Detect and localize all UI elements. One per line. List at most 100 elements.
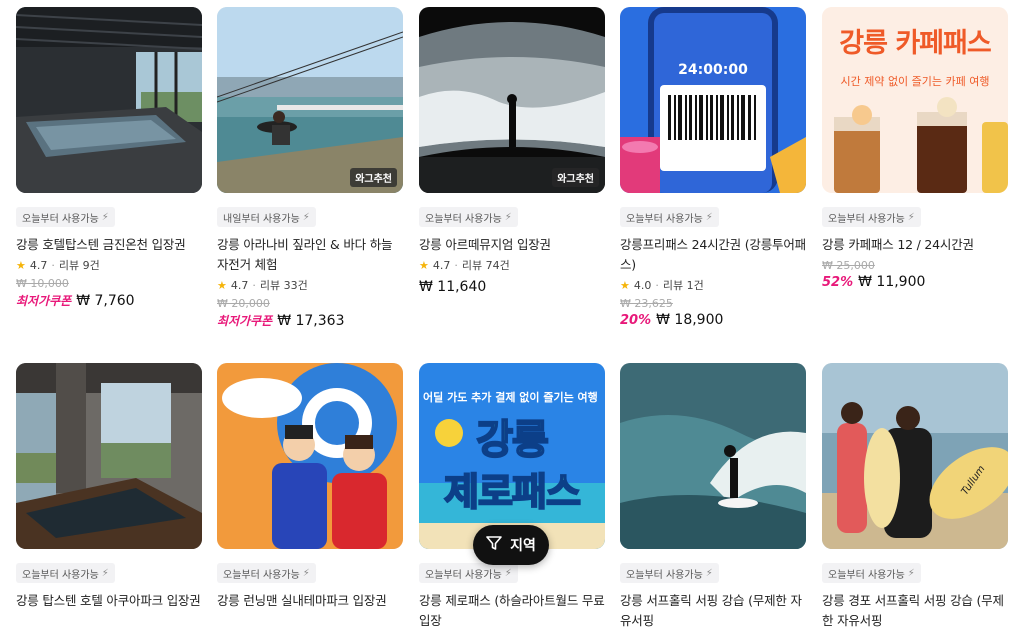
availability-badge: 오늘부터 사용가능 ⚡ <box>16 207 115 227</box>
original-price: ₩ 23,625 <box>620 297 673 310</box>
lightning-icon: ⚡ <box>907 211 915 223</box>
lightning-icon: ⚡ <box>504 211 512 223</box>
price-row: ₩ 11,640 <box>419 279 605 295</box>
product-card[interactable]: 어딜 가도 추가 결제 없이 즐기는 여행 강릉 제로패스 오늘부터 사용가능 ⚡… <box>419 363 605 631</box>
product-image[interactable]: 와그추천 <box>419 7 605 193</box>
product-card[interactable]: 강릉 카페패스 시간 제약 없이 즐기는 카페 여행 오늘부터 사용가능 ⚡ 강릉… <box>822 7 1008 290</box>
availability-label: 오늘부터 사용가능 <box>425 569 502 581</box>
rating-row: ★ 4.7 · 리뷰 74건 <box>419 257 605 273</box>
product-card[interactable]: 24:00:00 오늘부터 사용가능 ⚡ 강릉프리패스 24시간권 (강릉투어패스… <box>620 7 806 328</box>
filter-label: 지역 <box>510 538 536 554</box>
discount-percent: 20% <box>620 312 652 328</box>
price-row: 20% ₩ 18,900 <box>620 312 806 328</box>
cafepass-subheading: 시간 제약 없이 즐기는 카페 여행 <box>840 75 990 88</box>
sale-price: ₩ 18,900 <box>656 312 724 328</box>
review-count: 리뷰 33건 <box>259 279 308 292</box>
star-icon: ★ <box>16 258 26 272</box>
recommend-badge: 와그추천 <box>350 168 397 187</box>
review-count: 리뷰 9건 <box>58 259 100 272</box>
lightning-icon: ⚡ <box>705 567 713 579</box>
recommend-badge: 와그추천 <box>552 168 599 187</box>
lightning-icon: ⚡ <box>302 211 310 223</box>
rating-row: ★ 4.7 · 리뷰 33건 <box>217 277 403 293</box>
cafepass-heading: 강릉 카페패스 <box>839 28 991 59</box>
zeropass-subheading: 제로패스 <box>443 469 582 515</box>
product-image[interactable]: 강릉 카페패스 시간 제약 없이 즐기는 카페 여행 <box>822 7 1008 193</box>
product-title[interactable]: 강릉 카페패스 12 / 24시간권 <box>822 235 1012 255</box>
separator: · <box>51 258 55 272</box>
product-title[interactable]: 강릉 아르떼뮤지엄 입장권 <box>419 235 609 255</box>
product-image[interactable]: 어딜 가도 추가 결제 없이 즐기는 여행 강릉 제로패스 <box>419 363 605 549</box>
region-filter-button[interactable]: 지역 <box>473 525 549 565</box>
separator: · <box>655 278 659 292</box>
product-card[interactable]: 오늘부터 사용가능 ⚡ 강릉 호텔탑스텐 금진온천 입장권 ★ 4.7 · 리뷰 9건 … <box>16 7 202 309</box>
availability-badge: 오늘부터 사용가능 ⚡ <box>620 563 719 583</box>
rating-value: 4.7 <box>230 278 249 292</box>
product-title[interactable]: 강릉 런닝맨 실내테마파크 입장권 <box>217 591 407 611</box>
price-row: 52% ₩ 11,900 <box>822 274 1008 290</box>
availability-label: 오늘부터 사용가능 <box>22 569 99 581</box>
availability-badge: 오늘부터 사용가능 ⚡ <box>419 563 518 583</box>
product-title[interactable]: 강릉 경포 서프홀릭 서핑 강습 (무제한 자유서핑 <box>822 591 1012 631</box>
lightning-icon: ⚡ <box>101 567 109 579</box>
lightning-icon: ⚡ <box>504 567 512 579</box>
product-image[interactable] <box>16 7 202 193</box>
availability-label: 오늘부터 사용가능 <box>223 569 300 581</box>
availability-badge: 오늘부터 사용가능 ⚡ <box>217 563 316 583</box>
product-card[interactable]: 오늘부터 사용가능 ⚡ 강릉 서프홀릭 서핑 강습 (무제한 자유서핑 <box>620 363 806 631</box>
product-title[interactable]: 강릉 탑스텐 호텔 아쿠아파크 입장권 <box>16 591 206 611</box>
coupon-label: 최저가쿠폰 <box>217 314 273 328</box>
product-title[interactable]: 강릉 제로패스 (하슬라아트월드 무료입장 <box>419 591 609 631</box>
availability-label: 오늘부터 사용가능 <box>626 213 703 225</box>
product-title[interactable]: 강릉 호텔탑스텐 금진온천 입장권 <box>16 235 206 255</box>
product-card[interactable]: 와그추천 오늘부터 사용가능 ⚡ 강릉 아르떼뮤지엄 입장권 ★ 4.7 · 리뷰 74… <box>419 7 605 295</box>
filter-icon <box>486 535 502 555</box>
availability-label: 내일부터 사용가능 <box>223 213 300 225</box>
discount-percent: 52% <box>822 274 854 290</box>
availability-badge: 오늘부터 사용가능 ⚡ <box>620 207 719 227</box>
price-row: 최저가쿠폰 ₩ 7,760 <box>16 292 202 309</box>
product-image[interactable]: Tullum <box>822 363 1008 549</box>
lightning-icon: ⚡ <box>705 211 713 223</box>
star-icon: ★ <box>217 278 227 292</box>
sale-price: ₩ 17,363 <box>277 312 345 329</box>
rating-row: ★ 4.7 · 리뷰 9건 <box>16 257 202 273</box>
lightning-icon: ⚡ <box>907 567 915 579</box>
product-title[interactable]: 강릉 아라나비 짚라인 & 바다 하늘 자전거 체험 <box>217 235 407 275</box>
availability-badge: 오늘부터 사용가능 ⚡ <box>822 563 921 583</box>
lightning-icon: ⚡ <box>101 211 109 223</box>
product-image[interactable]: 와그추천 <box>217 7 403 193</box>
rating-value: 4.7 <box>29 258 48 272</box>
sale-price: ₩ 11,900 <box>858 274 926 290</box>
availability-label: 오늘부터 사용가능 <box>626 569 703 581</box>
product-grid: 오늘부터 사용가능 ⚡ 강릉 호텔탑스텐 금진온천 입장권 ★ 4.7 · 리뷰 9건 … <box>0 0 1021 628</box>
availability-badge: 오늘부터 사용가능 ⚡ <box>16 563 115 583</box>
product-card[interactable]: 와그추천 내일부터 사용가능 ⚡ 강릉 아라나비 짚라인 & 바다 하늘 자전거 … <box>217 7 403 329</box>
review-count: 리뷰 74건 <box>461 259 510 272</box>
product-card[interactable]: 오늘부터 사용가능 ⚡ 강릉 런닝맨 실내테마파크 입장권 <box>217 363 403 611</box>
product-title[interactable]: 강릉 서프홀릭 서핑 강습 (무제한 자유서핑 <box>620 591 810 631</box>
review-count: 리뷰 1건 <box>662 279 704 292</box>
timer-text: 24:00:00 <box>678 62 748 78</box>
product-image[interactable] <box>620 363 806 549</box>
original-price: ₩ 20,000 <box>217 297 270 310</box>
product-title[interactable]: 강릉프리패스 24시간권 (강릉투어패스) <box>620 235 810 275</box>
original-price: ₩ 10,000 <box>16 277 69 290</box>
coupon-label: 최저가쿠폰 <box>16 294 72 308</box>
product-image[interactable]: 24:00:00 <box>620 7 806 193</box>
rating-row: ★ 4.0 · 리뷰 1건 <box>620 277 806 293</box>
original-price: ₩ 25,000 <box>822 259 875 272</box>
product-image[interactable] <box>16 363 202 549</box>
zeropass-tagline: 어딜 가도 추가 결제 없이 즐기는 여행 <box>423 391 598 404</box>
availability-label: 오늘부터 사용가능 <box>828 213 905 225</box>
availability-badge: 오늘부터 사용가능 ⚡ <box>822 207 921 227</box>
product-image[interactable] <box>217 363 403 549</box>
product-card[interactable]: 오늘부터 사용가능 ⚡ 강릉 탑스텐 호텔 아쿠아파크 입장권 <box>16 363 202 611</box>
separator: · <box>252 278 256 292</box>
product-card[interactable]: Tullum 오늘부터 사용가능 ⚡ 강릉 경포 서프홀릭 서핑 강습 (무제한 … <box>822 363 1008 631</box>
sale-price: ₩ 7,760 <box>76 292 135 309</box>
zeropass-heading: 강릉 <box>475 416 550 464</box>
sale-price: ₩ 11,640 <box>419 279 487 295</box>
star-icon: ★ <box>620 278 630 292</box>
availability-label: 오늘부터 사용가능 <box>425 213 502 225</box>
